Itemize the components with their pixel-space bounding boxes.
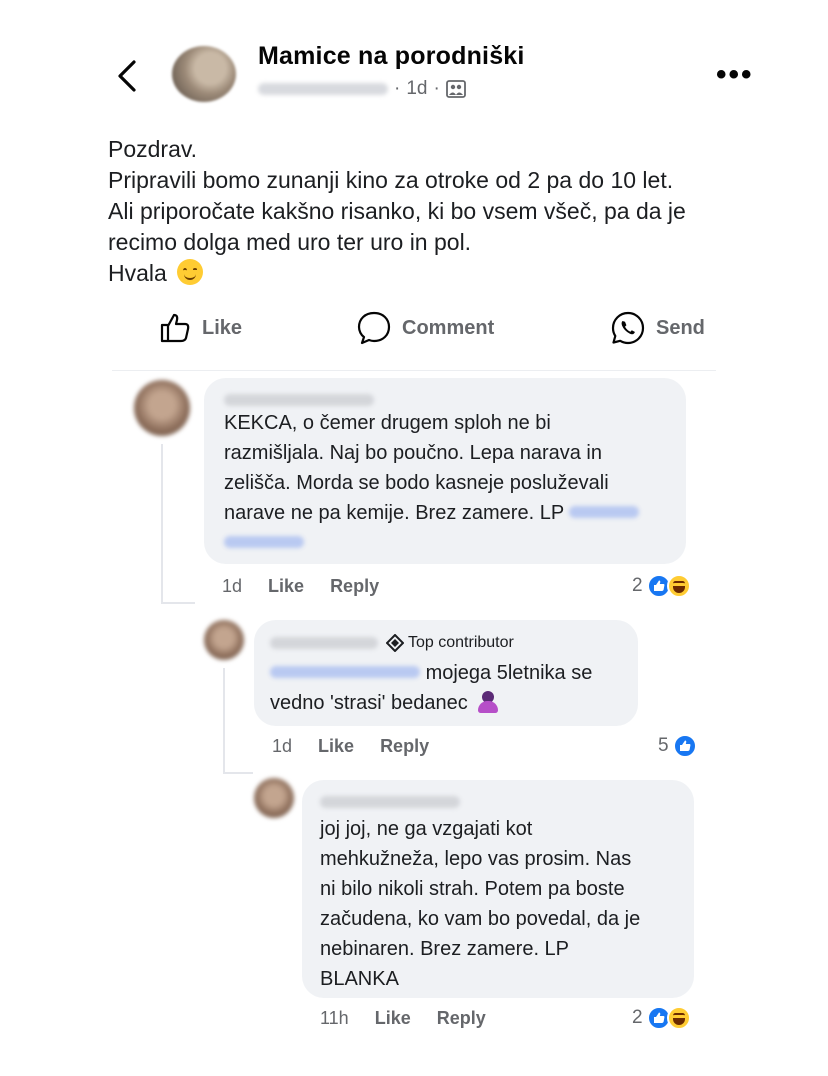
comment-bubble: Top contributor mojega 5letnika se vedno… (254, 620, 638, 726)
group-audience-icon (445, 80, 466, 98)
comment-meta: 11h Like Reply (320, 1006, 486, 1030)
comment-line-with-tag: narave ne pa kemije. Brez zamere. LP (224, 498, 640, 528)
comment-line: narave ne pa kemije. Brez zamere. LP (224, 502, 564, 524)
comment-time[interactable]: 1d (272, 736, 292, 757)
reaction-count: 2 (632, 1007, 643, 1028)
comment-like-button[interactable]: Like (375, 1008, 411, 1029)
commenter-row: Top contributor (270, 634, 514, 652)
comment-line: zelišča. Morda se bodo kasneje posluževa… (224, 472, 609, 494)
comment-like-button[interactable]: Like (268, 576, 304, 597)
group-avatar[interactable] (172, 46, 236, 102)
comment-line: BLANKA (320, 968, 399, 990)
comment-line: joj joj, ne ga vzgajati kot (320, 818, 533, 840)
avatar[interactable] (254, 778, 294, 818)
commenter-name-blurred[interactable] (270, 637, 378, 649)
more-options-button[interactable]: ••• (716, 60, 754, 90)
comment-like-button[interactable]: Like (318, 736, 354, 757)
comment-line: nebinaren. Brez zamere. LP (320, 938, 570, 960)
comment-reply-button[interactable]: Reply (380, 736, 429, 757)
comment-label: Comment (402, 316, 495, 339)
haha-reaction-icon (666, 1006, 691, 1030)
like-button[interactable]: Like (158, 310, 242, 346)
comment-text: mojega 5letnika se vedno 'strasi' bedane… (270, 658, 592, 718)
more-options-icon: ••• (716, 58, 754, 91)
comment-bubble: joj joj, ne ga vzgajati kot mehkužneža, … (302, 780, 694, 998)
thread-line (161, 602, 195, 604)
commenter-name-blurred[interactable] (320, 796, 460, 808)
comment-text: KEKCA, o čemer drugem sploh ne bi razmiš… (224, 408, 640, 558)
back-button[interactable] (112, 56, 142, 96)
reaction-summary[interactable]: 5 (658, 732, 697, 760)
avatar[interactable] (204, 620, 244, 660)
post-line: recimo dolga med uro ter uro in pol. (108, 229, 472, 255)
comment-line-with-tag: mojega 5letnika se (270, 658, 592, 688)
post-meta: · 1d · (258, 78, 466, 100)
comment-line: KEKCA, o čemer drugem sploh ne bi (224, 412, 551, 434)
post-line-last: Hvala (108, 258, 768, 289)
send-label: Send (656, 316, 705, 339)
haha-reaction-icon (666, 574, 691, 598)
comment-time[interactable]: 11h (320, 1008, 349, 1029)
mention-tag-blurred[interactable] (224, 536, 304, 548)
reaction-count: 2 (632, 575, 643, 596)
avatar[interactable] (134, 380, 190, 436)
like-label: Like (202, 316, 243, 339)
post-text: Pozdrav. Pripravili bomo zunanji kino za… (108, 134, 768, 289)
whatsapp-icon (611, 311, 645, 345)
group-name[interactable]: Mamice na porodniški (258, 42, 525, 71)
comment-line-with-tag (224, 528, 639, 558)
comment-reply-button[interactable]: Reply (330, 576, 379, 597)
post-line: Pozdrav. (108, 136, 198, 162)
comment-line: razmišljala. Naj bo poučno. Lepa narava … (224, 442, 602, 464)
comment-reply-button[interactable]: Reply (437, 1008, 486, 1029)
send-button[interactable]: Send (610, 310, 705, 346)
commenter-name-blurred[interactable] (224, 394, 374, 406)
post-line: Pripravili bomo zunanji kino za otroke o… (108, 167, 674, 193)
top-contributor-icon (386, 634, 404, 652)
mention-tag-blurred[interactable] (270, 666, 420, 678)
comment-line: mojega 5letnika se (425, 662, 593, 684)
comment-meta: 1d Like Reply (272, 734, 429, 758)
chevron-left-icon (118, 60, 136, 92)
badge-label: Top contributor (408, 634, 514, 651)
smiling-face-emoji-icon (177, 259, 204, 285)
comment-line: ni bilo nikoli strah. Potem pa boste (320, 878, 625, 900)
comment-time[interactable]: 1d (222, 576, 242, 597)
divider (112, 370, 716, 371)
meta-separator: · (394, 78, 401, 99)
comment-text: joj joj, ne ga vzgajati kot mehkužneža, … (320, 814, 640, 994)
reaction-summary[interactable]: 2 (632, 572, 691, 600)
like-reaction-icon (672, 734, 697, 758)
post-line: Hvala (108, 260, 167, 286)
comment-line-with-emoji: vedno 'strasi' bedanec (270, 688, 592, 718)
thumbs-up-icon (160, 313, 190, 343)
comment-bubble-icon (357, 311, 391, 345)
comment-line: vedno 'strasi' bedanec (270, 692, 468, 714)
thread-line (223, 772, 253, 774)
comment-line: mehkužneža, lepo vas prosim. Nas (320, 848, 632, 870)
top-contributor-badge: Top contributor (386, 634, 514, 652)
reaction-summary[interactable]: 2 (632, 1004, 691, 1032)
person-shrugging-emoji-icon (477, 691, 499, 713)
meta-separator: · (433, 78, 440, 99)
comment-bubble: KEKCA, o čemer drugem sploh ne bi razmiš… (204, 378, 686, 564)
author-name-blurred[interactable] (258, 83, 388, 95)
thread-line (161, 444, 163, 604)
comment-meta: 1d Like Reply (222, 574, 379, 598)
post-line: Ali priporočate kakšno risanko, ki bo vs… (108, 198, 686, 224)
mention-tag-blurred[interactable] (569, 506, 640, 518)
post-time[interactable]: 1d (406, 78, 427, 100)
comment-button[interactable]: Comment (356, 310, 494, 346)
comment-line: začudena, ko vam bo povedal, da je (320, 908, 641, 930)
thread-line (223, 668, 225, 772)
reaction-count: 5 (658, 735, 669, 756)
